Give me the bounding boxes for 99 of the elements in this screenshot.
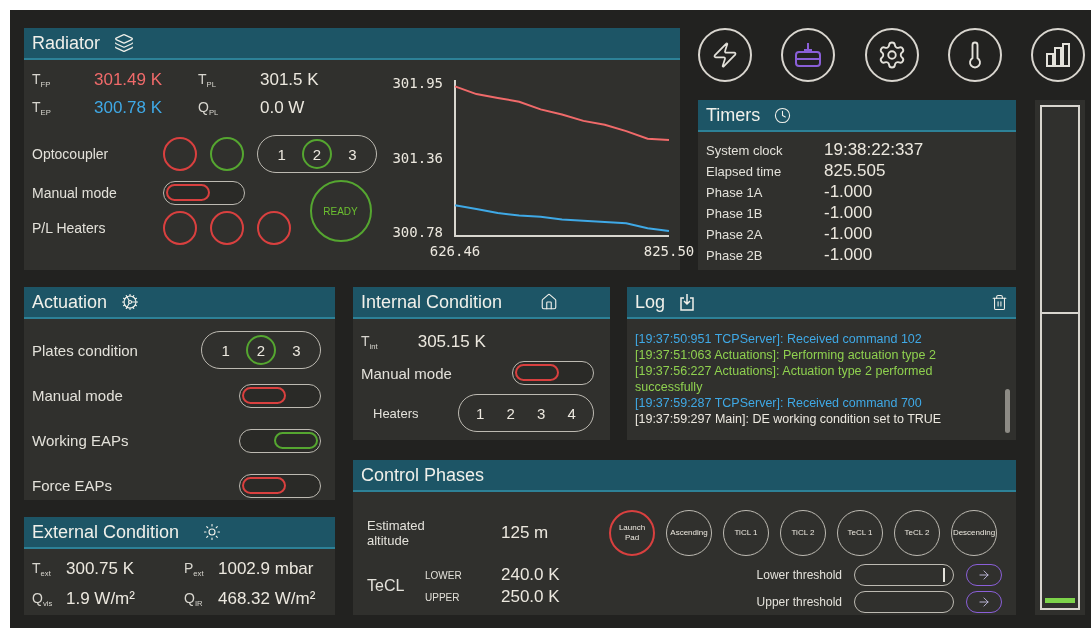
toggle-switch[interactable] — [239, 383, 321, 408]
bound-label: LOWER — [425, 569, 463, 581]
selector-option[interactable]: 1 — [266, 139, 297, 169]
ready-button[interactable]: READY — [309, 180, 372, 242]
reading-value: 301.5 K — [260, 70, 320, 90]
row-label: Optocoupler — [32, 146, 109, 162]
reading-value: 305.15 K — [417, 332, 486, 352]
symbol-label: Q$_{PL}$ — [198, 99, 220, 117]
threshold-label: Upper threshold — [756, 595, 842, 609]
panel-title: Log — [635, 291, 666, 313]
panel-title: Radiator — [32, 32, 101, 54]
symbol-label: T$_{PL}$ — [198, 71, 217, 89]
reading-value: 301.49 K — [94, 70, 164, 90]
reading-value: 1002.9 mbar — [218, 559, 315, 579]
timer-label: Phase 1A — [706, 185, 764, 200]
timer-label: Phase 1B — [706, 206, 764, 221]
nav-button[interactable] — [864, 28, 919, 82]
row-label: Force EAPs — [32, 477, 113, 494]
timer-value: -1.000 — [824, 182, 874, 202]
selector-option[interactable]: 2 — [495, 398, 526, 428]
row-label: P/L Heaters — [32, 220, 106, 236]
row-label: Manual mode — [361, 364, 452, 382]
bound-value: 250.0 K — [501, 587, 561, 607]
selector-option[interactable]: 3 — [281, 335, 312, 365]
panel-title: Internal Condition — [361, 291, 503, 313]
timer-label: Phase 2B — [706, 248, 764, 263]
nav-button[interactable] — [781, 28, 836, 82]
scrollbar[interactable] — [1005, 389, 1010, 433]
nav-button[interactable] — [698, 28, 752, 82]
timer-value: -1.000 — [824, 203, 874, 223]
toggle-switch[interactable] — [239, 473, 321, 498]
axis-tick-label: 825.50 — [643, 243, 695, 259]
timer-value: 19:38:22:337 — [824, 140, 925, 160]
symbol-label: Q$_{IR}$ — [184, 590, 204, 608]
arrow-right-icon — [977, 595, 991, 609]
nav-button[interactable] — [1031, 28, 1085, 82]
machine-icon — [793, 41, 824, 69]
row-label: TeCL — [367, 577, 406, 595]
timer-label: Phase 2A — [706, 227, 764, 242]
layers-icon — [114, 33, 135, 53]
log-line: [19:37:59:297 Main]: DE working condition set to TRUE — [635, 411, 943, 427]
reading-value: 0.0 W — [260, 98, 306, 118]
reading-value: 300.78 K — [94, 98, 164, 118]
symbol-label: T$_{ext}$ — [32, 560, 52, 578]
timer-label: Elapsed time — [706, 164, 783, 179]
axis-tick-label: 626.46 — [429, 243, 481, 259]
panel-title: Timers — [706, 104, 761, 126]
toggle-switch[interactable] — [512, 361, 594, 385]
bar-chart-icon — [1044, 42, 1072, 68]
row-label: Manual mode — [32, 185, 117, 201]
download-icon — [679, 293, 696, 311]
panel-title: External Condition — [32, 521, 180, 543]
timer-value: -1.000 — [824, 224, 874, 244]
symbol-label: T$_{int}$ — [361, 333, 378, 351]
phase-button[interactable]: Launch Pad — [609, 510, 655, 556]
selector-option[interactable]: 2 — [302, 139, 332, 169]
toggle-switch[interactable] — [163, 181, 245, 205]
trash-icon[interactable] — [991, 293, 1008, 311]
selector-option[interactable]: 3 — [526, 398, 557, 428]
symbol-label: P$_{ext}$ — [184, 560, 205, 578]
selector-option[interactable]: 4 — [556, 398, 587, 428]
panel-title: Actuation — [32, 291, 108, 313]
row-label: Manual mode — [32, 387, 123, 404]
reading-value: 300.75 K — [66, 559, 136, 579]
toggle-switch[interactable] — [239, 428, 321, 453]
row-label: Heaters — [373, 405, 419, 421]
log-line: [19:37:56:227 Actuations]: Actuation type 2 performed successfully — [635, 363, 934, 395]
clock-icon — [774, 106, 792, 124]
row-label: Working EAPs — [32, 432, 129, 449]
arrow-right-icon — [977, 568, 991, 582]
sun-icon — [203, 523, 222, 541]
house-icon — [540, 293, 558, 311]
altitude-value: 125 m — [501, 523, 550, 543]
reading-value: 468.32 W/m² — [218, 589, 317, 609]
timer-value: 825.505 — [824, 161, 887, 181]
selector-option[interactable]: 1 — [210, 335, 241, 365]
lightning-icon — [711, 41, 739, 69]
axis-tick-label: 301.95 — [392, 76, 443, 91]
timer-label: System clock — [706, 143, 784, 158]
symbol-label: T$_{FP}$ — [32, 71, 52, 89]
threshold-label: Lower threshold — [756, 568, 842, 582]
symbol-label: T$_{EP}$ — [32, 99, 52, 117]
selector-option[interactable]: 3 — [337, 139, 368, 169]
axis-tick-label: 301.36 — [392, 150, 443, 166]
nav-button[interactable] — [947, 28, 1002, 82]
symbol-label: Q$_{vis}$ — [32, 590, 54, 608]
selector-option[interactable]: 1 — [465, 398, 496, 428]
reading-value: 1.9 W/m² — [66, 589, 136, 609]
row-label: Plates condition — [32, 341, 138, 359]
panel-title: Control Phases — [361, 464, 485, 486]
bound-value: 240.0 K — [501, 565, 561, 585]
log-line: [19:37:51:063 Actuations]: Performing actuation type 2 — [635, 347, 937, 363]
log-line: [19:37:59:287 TCPServer]: Received command 700 — [635, 395, 923, 411]
axis-tick-label: 300.78 — [392, 224, 443, 241]
log-line: [19:37:50:951 TCPServer]: Received command 102 — [635, 331, 923, 347]
selector-option[interactable]: 2 — [246, 335, 276, 365]
bound-label: UPPER — [425, 591, 461, 603]
row-label: Estimated altitude — [367, 518, 426, 548]
timer-value: -1.000 — [824, 245, 874, 265]
